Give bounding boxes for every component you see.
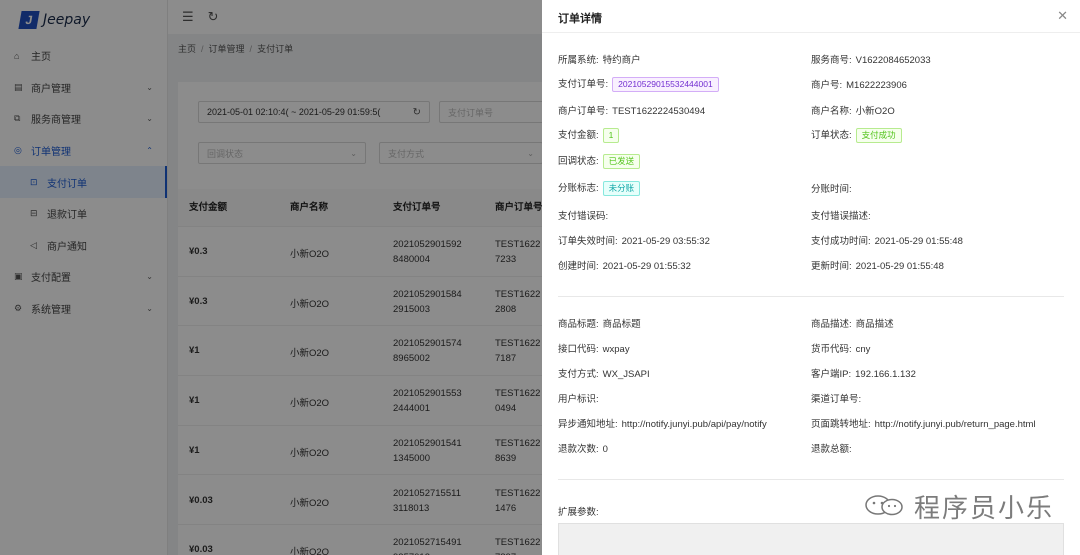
field-label: 支付错误描述:: [811, 211, 871, 222]
field-success-time: 支付成功时间: 2021-05-29 01:55:48: [811, 233, 963, 247]
drawer-title: 订单详情: [558, 13, 602, 25]
field-value: TEST1622224530494: [612, 106, 706, 117]
field-value: 商品标题: [602, 319, 641, 330]
field-label: 支付成功时间:: [811, 236, 871, 247]
field-label: 用户标识:: [558, 394, 599, 405]
field-channel-order: 渠道订单号:: [811, 391, 861, 405]
field-label: 页面跳转地址:: [811, 419, 871, 430]
watermark-text: 程序员小乐: [914, 494, 1055, 524]
field-currency: 货币代码: cny: [811, 341, 870, 355]
field-value: V1622084652033: [855, 55, 931, 66]
field-label: 更新时间:: [811, 261, 852, 272]
field-label: 订单状态:: [811, 130, 852, 141]
field-division: 分账标志: 未分账: [558, 180, 641, 196]
field-label: 退款总额:: [811, 444, 852, 455]
field-value: WX_JSAPI: [602, 369, 650, 380]
field-mch-name: 商户名称: 小新O2O: [811, 103, 895, 117]
field-client-ip: 客户端IP: 192.166.1.132: [811, 366, 916, 380]
field-value: 小新O2O: [855, 106, 895, 117]
amount-tag: 1: [602, 128, 620, 143]
field-label: 异步通知地址:: [558, 419, 618, 430]
field-status: 订单状态: 支付成功: [811, 127, 902, 143]
field-label: 回调状态:: [558, 156, 599, 167]
notify-status-badge: 已发送: [602, 154, 641, 169]
field-refund-times: 退款次数: 0: [558, 441, 608, 455]
field-label: 扩展参数:: [558, 507, 599, 518]
field-value: 2021-05-29 01:55:48: [855, 261, 944, 272]
field-label: 支付金额:: [558, 130, 599, 141]
field-label: 商品标题:: [558, 319, 599, 330]
field-value: 2021-05-29 03:55:32: [621, 236, 710, 247]
field-value: M1622223906: [846, 80, 907, 91]
field-label: 渠道订单号:: [811, 394, 862, 405]
field-label: 货币代码:: [811, 344, 852, 355]
ext-param-textarea[interactable]: [558, 523, 1064, 555]
field-created-time: 创建时间: 2021-05-29 01:55:32: [558, 258, 691, 272]
field-mch-no: 商户号: M1622223906: [811, 77, 907, 91]
field-label: 支付方式:: [558, 369, 599, 380]
field-err-msg: 支付错误描述:: [811, 208, 871, 222]
field-label: 接口代码:: [558, 344, 599, 355]
field-value: 0: [602, 444, 608, 455]
section-divider: [558, 296, 1064, 297]
field-value: 特约商户: [602, 55, 641, 66]
field-label: 订单失效时间:: [558, 236, 618, 247]
field-value: wxpay: [602, 344, 630, 355]
field-value: 2021-05-29 01:55:32: [602, 261, 691, 272]
field-amount: 支付金额: 1: [558, 127, 620, 143]
field-label: 商品描述:: [811, 319, 852, 330]
field-value: 商品描述: [855, 319, 894, 330]
field-user-id: 用户标识:: [558, 391, 599, 405]
field-label: 商户订单号:: [558, 106, 609, 117]
field-isv: 服务商号: V1622084652033: [811, 52, 931, 66]
field-value: 2021-05-29 01:55:48: [874, 236, 963, 247]
field-label: 创建时间:: [558, 261, 599, 272]
field-pay-order: 支付订单号: 20210529015532444001: [558, 76, 719, 92]
wechat-icon: [865, 495, 903, 516]
field-updated-time: 更新时间: 2021-05-29 01:55:48: [811, 258, 944, 272]
field-system: 所属系统: 特约商户: [558, 52, 641, 66]
drawer-header-divider: [542, 32, 1080, 33]
field-label: 支付错误码:: [558, 211, 609, 222]
field-division-time: 分账时间:: [811, 181, 852, 195]
field-label: 所属系统:: [558, 55, 599, 66]
field-value: http://notify.junyi.pub/api/pay/notify: [621, 419, 767, 430]
field-label: 支付订单号:: [558, 79, 609, 90]
field-ext-param: 扩展参数:: [558, 504, 599, 518]
pay-order-tag: 20210529015532444001: [612, 77, 719, 92]
field-label: 商户名称:: [811, 106, 852, 117]
field-label: 退款次数:: [558, 444, 599, 455]
field-label: 客户端IP:: [811, 369, 852, 380]
field-label: 服务商号:: [811, 55, 852, 66]
field-refund-total: 退款总额:: [811, 441, 852, 455]
field-notify-url: 异步通知地址: http://notify.junyi.pub/api/pay/n…: [558, 416, 767, 430]
field-label: 商户号:: [811, 80, 843, 91]
field-subject: 商品标题: 商品标题: [558, 316, 641, 330]
field-value: cny: [855, 344, 871, 355]
field-value: 192.166.1.132: [855, 369, 916, 380]
field-notify-state: 回调状态: 已发送: [558, 153, 641, 169]
field-label: 分账标志:: [558, 183, 599, 194]
close-icon[interactable]: ✕: [1057, 8, 1068, 24]
field-err-code: 支付错误码:: [558, 208, 608, 222]
drawer-mask[interactable]: [0, 0, 542, 555]
order-detail-drawer: 订单详情 ✕ 所属系统: 特约商户 服务商号: V1622084652033 支付订…: [542, 0, 1080, 555]
field-label: 分账时间:: [811, 184, 852, 195]
section-divider: [558, 479, 1064, 480]
field-expire-time: 订单失效时间: 2021-05-29 03:55:32: [558, 233, 710, 247]
field-if-code: 接口代码: wxpay: [558, 341, 630, 355]
field-value: http://notify.junyi.pub/return_page.html: [874, 419, 1036, 430]
status-badge: 支付成功: [855, 128, 902, 143]
division-status-badge: 未分账: [602, 181, 641, 196]
field-return-url: 页面跳转地址: http://notify.junyi.pub/return_pa…: [811, 416, 1036, 430]
field-body: 商品描述: 商品描述: [811, 316, 894, 330]
field-way-code: 支付方式: WX_JSAPI: [558, 366, 650, 380]
field-mch-order: 商户订单号: TEST1622224530494: [558, 103, 705, 117]
